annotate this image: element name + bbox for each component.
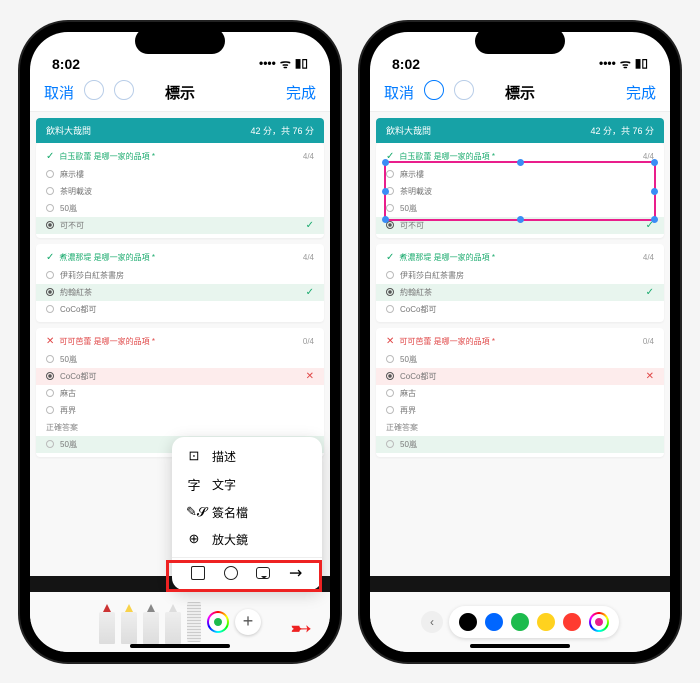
- nav-bar: 取消 標示 完成: [370, 74, 670, 112]
- check-icon: ✓: [46, 252, 54, 263]
- popup-item-describe[interactable]: ⊡描述: [172, 443, 322, 470]
- annotation-arrow: ➸: [290, 613, 312, 644]
- content-area[interactable]: 飲料大哉問 42 分，共 76 分 ✓白玉歐蕾 是哪一家的品項 * 4/4 麻示…: [370, 112, 670, 576]
- shape-square[interactable]: [189, 564, 207, 582]
- status-icons: ••••ᯤ▮▯: [599, 55, 648, 72]
- shape-bar: ↗: [172, 557, 322, 584]
- color-picker[interactable]: [207, 611, 229, 633]
- shape-arrow[interactable]: ↗: [287, 564, 305, 582]
- pen-tool-3[interactable]: [143, 600, 159, 644]
- check-icon: ✓: [46, 151, 54, 162]
- nav-title: 標示: [165, 82, 195, 103]
- text-icon: 字: [186, 475, 202, 494]
- shape-circle[interactable]: [222, 564, 240, 582]
- swatch-blue[interactable]: [485, 613, 503, 631]
- nav-bar: 取消 標示 完成: [30, 74, 330, 112]
- dynamic-island: [135, 28, 225, 54]
- undo-button[interactable]: [84, 80, 104, 104]
- nav-title: 標示: [505, 82, 535, 103]
- pen-tool-1[interactable]: [99, 600, 115, 644]
- quiz-title: 飲料大哉問: [46, 124, 91, 137]
- popup-item-magnifier[interactable]: ⊕放大鏡: [172, 526, 322, 553]
- question-card-3: ✕可可芭蕾 是哪一家的品項 * 0/4 50嵐 CoCo都可✕ 麻古 再界 正確…: [376, 328, 664, 457]
- cross-icon: ✕: [46, 336, 54, 347]
- toolbar-back-button[interactable]: ‹: [421, 611, 443, 633]
- markup-toolbar: +: [30, 592, 330, 652]
- ruler-tool[interactable]: [187, 602, 201, 642]
- color-picker[interactable]: [589, 612, 609, 632]
- describe-icon: ⊡: [186, 448, 202, 464]
- add-button[interactable]: +: [235, 609, 261, 635]
- cancel-button[interactable]: 取消: [44, 82, 74, 103]
- color-palette: [449, 606, 619, 638]
- done-button[interactable]: 完成: [286, 82, 316, 103]
- question-card-1: ✓白玉歐蕾 是哪一家的品項 * 4/4 麻示樓 茶明載波 50嵐 可不可✓: [36, 143, 324, 238]
- pen-tool-2[interactable]: [121, 600, 137, 644]
- dynamic-island: [475, 28, 565, 54]
- shape-speech-bubble[interactable]: [254, 564, 272, 582]
- popup-item-text[interactable]: 字文字: [172, 470, 322, 499]
- redo-button[interactable]: [114, 80, 134, 104]
- redo-icon: [454, 80, 474, 100]
- home-indicator[interactable]: [470, 644, 570, 648]
- swatch-red[interactable]: [563, 613, 581, 631]
- undo-icon: [84, 80, 104, 100]
- bottom-strip: [370, 576, 670, 592]
- question-card-2: ✓煮濃那堤 是哪一家的品項 * 4/4 伊莉莎白紅茶書房 約翰紅茶✓ CoCo都…: [376, 244, 664, 322]
- cancel-button[interactable]: 取消: [384, 82, 414, 103]
- status-icons: ••••ᯤ▮▯: [259, 55, 308, 72]
- phone-left: 8:02 ••••ᯤ▮▯ 取消 標示 完成 飲料大哉問 42 分，共 76 分 …: [20, 22, 340, 662]
- eraser-tool[interactable]: [165, 600, 181, 644]
- home-indicator[interactable]: [130, 644, 230, 648]
- markup-toolbar: ‹: [370, 592, 670, 652]
- phone-right: 8:02 ••••ᯤ▮▯ 取消 標示 完成 飲料大哉問 42 分，共 76 分 …: [360, 22, 680, 662]
- done-button[interactable]: 完成: [626, 82, 656, 103]
- undo-button[interactable]: [424, 80, 444, 104]
- redo-button[interactable]: [454, 80, 474, 104]
- redo-icon: [114, 80, 134, 100]
- swatch-black[interactable]: [459, 613, 477, 631]
- quiz-header: 飲料大哉問 42 分，共 76 分: [376, 118, 664, 143]
- quiz-header: 飲料大哉問 42 分，共 76 分: [36, 118, 324, 143]
- add-menu-popup: ⊡描述 字文字 ✎𝓢簽名檔 ⊕放大鏡 ↗: [172, 437, 322, 590]
- status-time: 8:02: [392, 56, 420, 72]
- magnifier-icon: ⊕: [186, 531, 202, 547]
- swatch-green[interactable]: [511, 613, 529, 631]
- signature-icon: ✎𝓢: [186, 504, 202, 520]
- popup-item-signature[interactable]: ✎𝓢簽名檔: [172, 499, 322, 526]
- swatch-yellow[interactable]: [537, 613, 555, 631]
- question-card-2: ✓煮濃那堤 是哪一家的品項 * 4/4 伊莉莎白紅茶書房 約翰紅茶✓ CoCo都…: [36, 244, 324, 322]
- quiz-score: 42 分，共 76 分: [250, 124, 314, 137]
- status-time: 8:02: [52, 56, 80, 72]
- undo-icon: [424, 80, 444, 100]
- question-card-1: ✓白玉歐蕾 是哪一家的品項 * 4/4 麻示樓 茶明載波 50嵐 可不可✓: [376, 143, 664, 238]
